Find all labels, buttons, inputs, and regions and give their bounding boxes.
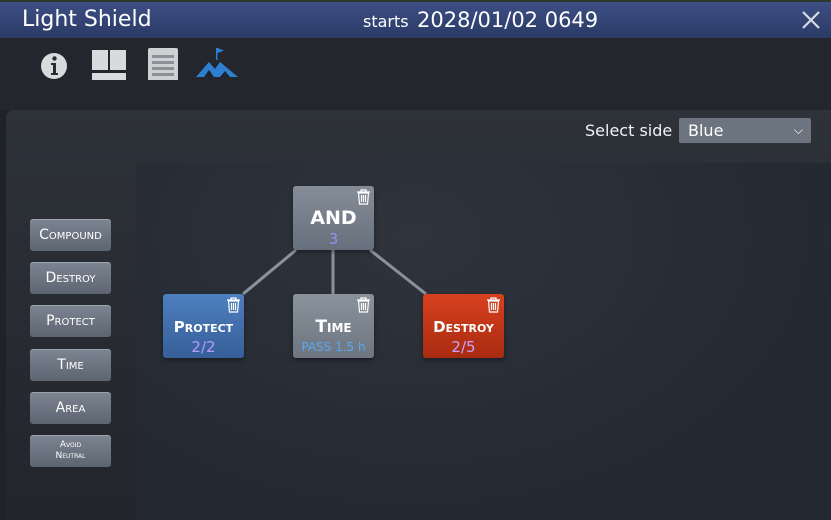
palette-time-button[interactable]: Time [30, 349, 111, 381]
trash-icon[interactable] [226, 297, 241, 313]
trash-icon[interactable] [486, 297, 501, 313]
node-destroy-title: Destroy [433, 318, 494, 336]
chevron-down-icon: ⌵ [793, 123, 803, 137]
info-icon[interactable] [36, 44, 72, 80]
node-protect-progress: 2/2 [191, 338, 216, 356]
palette-protect-button[interactable]: Protect [30, 305, 111, 337]
layout-icon[interactable] [91, 44, 127, 80]
node-and[interactable]: AND 3 [293, 186, 374, 250]
node-protect-title: Protect [173, 318, 234, 336]
window-title: Light Shield [22, 7, 152, 32]
node-and-count: 3 [328, 230, 339, 248]
palette-protect-label: Protect [46, 313, 95, 329]
palette-compound-label: Compound [39, 227, 102, 243]
trash-icon[interactable] [356, 297, 371, 313]
starts-datetime: 2028/01/02 0649 [417, 8, 599, 32]
palette-avoid-neutral-label-line1: Avoid [59, 440, 82, 450]
palette-avoid-neutral-label-line2: Neutral [55, 451, 86, 461]
side-select[interactable]: Blue ⌵ [679, 118, 811, 143]
palette-time-label: Time [57, 357, 84, 373]
toolbar [0, 38, 831, 110]
node-protect[interactable]: Protect 2/2 [163, 294, 244, 358]
palette-compound-button[interactable]: Compound [30, 219, 111, 251]
palette-destroy-label: Destroy [45, 270, 96, 286]
palette-destroy-button[interactable]: Destroy [30, 262, 111, 294]
mission-flag-icon[interactable] [195, 44, 239, 80]
node-and-title: AND [310, 207, 357, 229]
document-icon[interactable] [146, 44, 182, 80]
node-time-condition: PASS 1.5 h [301, 340, 366, 354]
palette-area-button[interactable]: Area [30, 392, 111, 424]
close-icon[interactable] [799, 8, 823, 32]
side-select-value: Blue [688, 121, 724, 140]
trash-icon[interactable] [356, 189, 371, 205]
node-destroy-progress: 2/5 [451, 338, 476, 356]
node-destroy[interactable]: Destroy 2/5 [423, 294, 504, 358]
palette-area-label: Area [55, 400, 86, 416]
node-time[interactable]: Time PASS 1.5 h [293, 294, 374, 358]
starts-label: starts [363, 12, 409, 31]
title-bar: Light Shield starts 2028/01/02 0649 [0, 0, 831, 38]
palette-avoid-neutral-button[interactable]: Avoid Neutral [30, 435, 111, 467]
select-side-label: Select side [585, 121, 673, 140]
node-time-title: Time [315, 317, 352, 337]
